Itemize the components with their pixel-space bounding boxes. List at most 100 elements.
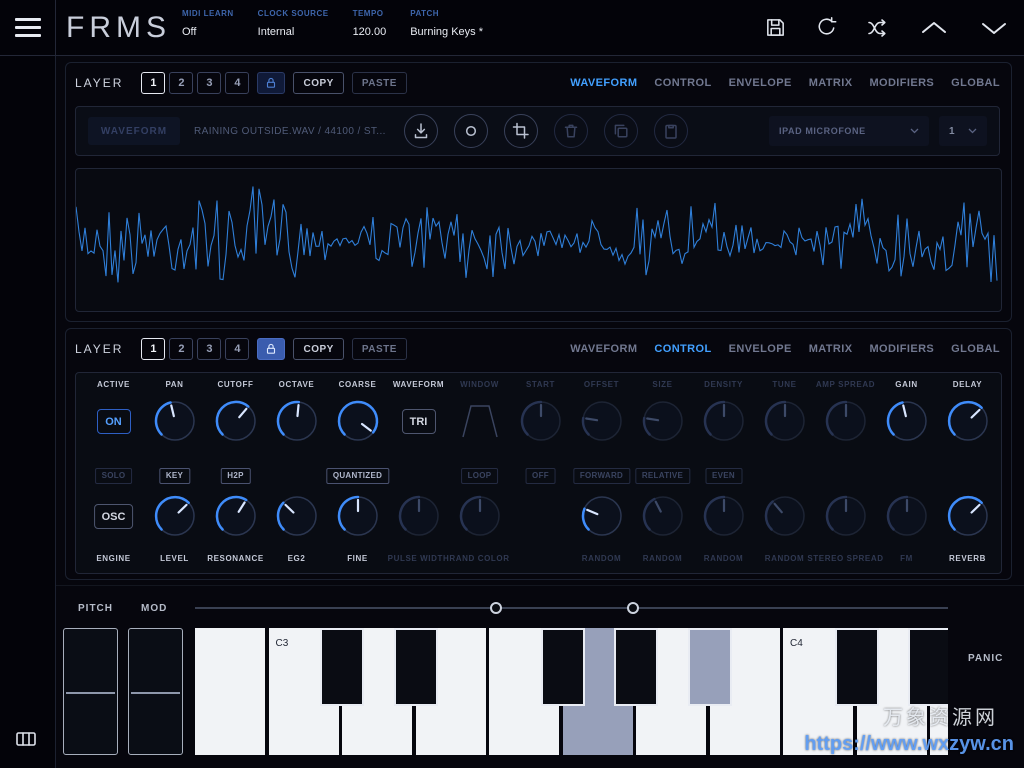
tab-global[interactable]: GLOBAL [951, 343, 1000, 355]
keyboard-panel-icon[interactable] [15, 728, 37, 755]
knob-random[interactable] [701, 493, 747, 539]
tab-modifiers[interactable]: MODIFIERS [869, 343, 934, 355]
button-even[interactable]: EVEN [705, 467, 742, 484]
white-key-B2[interactable] [195, 628, 265, 755]
menu-button[interactable] [0, 0, 56, 55]
copy-button[interactable]: COPY [293, 338, 344, 360]
knob-reverb[interactable] [945, 493, 991, 539]
button-relative[interactable]: RELATIVE [634, 467, 691, 484]
patch-field[interactable]: PATCH Burning Keys * [410, 9, 483, 38]
control-column-octave-eg2: OCTAVE EG2 [266, 373, 327, 573]
tab-matrix[interactable]: MATRIX [809, 77, 853, 89]
tab-envelope[interactable]: ENVELOPE [729, 343, 792, 355]
paste-button[interactable]: PASTE [351, 338, 407, 360]
knob-octave[interactable] [274, 398, 320, 444]
tab-waveform[interactable]: WAVEFORM [570, 77, 637, 89]
loop-range-slider[interactable] [195, 602, 948, 614]
undo-icon[interactable] [815, 16, 838, 39]
copy-button[interactable]: COPY [293, 72, 344, 94]
knob-random[interactable] [762, 493, 808, 539]
button-osc[interactable]: OSC [93, 504, 134, 529]
knob-density[interactable] [701, 398, 747, 444]
layer-button-2[interactable]: 2 [169, 72, 194, 94]
slider-handle-2[interactable] [627, 602, 639, 614]
lock-button[interactable] [257, 72, 286, 94]
button-forward[interactable]: FORWARD [572, 467, 631, 484]
panic-button[interactable]: PANIC [968, 653, 1003, 664]
input-channel-select[interactable]: 1 [939, 116, 987, 146]
tab-waveform[interactable]: WAVEFORM [570, 343, 637, 355]
clipboard-icon[interactable] [653, 114, 688, 148]
tab-matrix[interactable]: MATRIX [809, 343, 853, 355]
black-key-Cs3[interactable] [320, 628, 364, 706]
knob-pan[interactable] [152, 398, 198, 444]
collapse-up-icon[interactable] [918, 18, 950, 38]
button-quantized[interactable]: QUANTIZED [325, 467, 390, 484]
knob-size[interactable] [640, 398, 686, 444]
shuffle-icon[interactable] [866, 16, 890, 40]
save-icon[interactable] [764, 16, 787, 39]
crop-icon[interactable] [503, 114, 538, 148]
mod-wheel[interactable] [128, 628, 183, 755]
button-solo[interactable]: SOLO [94, 467, 133, 484]
tempo-field[interactable]: TEMPO 120.00 [353, 9, 387, 38]
clock-source-field[interactable]: CLOCK SOURCE Internal [258, 9, 329, 38]
paste-button[interactable]: PASTE [351, 72, 407, 94]
window-shape-display[interactable] [457, 398, 503, 444]
button-off[interactable]: OFF [525, 467, 556, 484]
knob-offset[interactable] [579, 398, 625, 444]
knob-amp-spread[interactable] [823, 398, 869, 444]
layer-button-3[interactable]: 3 [197, 72, 222, 94]
layer-button-2[interactable]: 2 [169, 338, 194, 360]
knob-pulse-width[interactable] [396, 493, 442, 539]
button-h2p[interactable]: H2P [220, 467, 251, 484]
pitch-wheel[interactable] [63, 628, 118, 755]
black-key-Fs3[interactable] [540, 628, 585, 706]
button-tri[interactable]: TRI [401, 409, 436, 434]
button-key[interactable]: KEY [158, 467, 191, 484]
layer-button-1[interactable]: 1 [141, 72, 166, 94]
input-source-select[interactable]: IPAD MICROFONE [769, 116, 929, 146]
knob-eg2[interactable] [274, 493, 320, 539]
knob-random[interactable] [640, 493, 686, 539]
knob-resonance[interactable] [213, 493, 259, 539]
layer-button-1[interactable]: 1 [141, 338, 166, 360]
delete-icon[interactable] [553, 114, 588, 148]
midi-learn-field[interactable]: MIDI LEARN Off [182, 9, 234, 38]
knob-rand-color[interactable] [457, 493, 503, 539]
black-key-Cs4[interactable] [834, 628, 879, 706]
tab-modifiers[interactable]: MODIFIERS [869, 77, 934, 89]
knob-fm[interactable] [884, 493, 930, 539]
knob-tune[interactable] [762, 398, 808, 444]
button-loop[interactable]: LOOP [460, 467, 499, 484]
record-icon[interactable] [453, 114, 488, 148]
waveform-display[interactable] [75, 168, 1002, 312]
knob-random[interactable] [579, 493, 625, 539]
expand-down-icon[interactable] [978, 18, 1010, 38]
knob-start[interactable] [518, 398, 564, 444]
knob-fine[interactable] [335, 493, 381, 539]
knob-coarse[interactable] [335, 398, 381, 444]
black-key-As3[interactable] [687, 628, 732, 706]
tab-control[interactable]: CONTROL [654, 77, 711, 89]
slider-handle-1[interactable] [490, 602, 502, 614]
button-on[interactable]: ON [96, 409, 131, 434]
tab-control[interactable]: CONTROL [654, 343, 711, 355]
black-key-Gs3[interactable] [614, 628, 658, 706]
lock-button[interactable] [257, 338, 286, 360]
knob-level[interactable] [152, 493, 198, 539]
black-key-Ds3[interactable] [393, 628, 438, 706]
knob-cutoff[interactable] [213, 398, 259, 444]
layer-button-3[interactable]: 3 [197, 338, 222, 360]
tab-global[interactable]: GLOBAL [951, 77, 1000, 89]
layer-button-4[interactable]: 4 [225, 338, 250, 360]
tab-envelope[interactable]: ENVELOPE [729, 77, 792, 89]
knob-gain[interactable] [884, 398, 930, 444]
knob-delay[interactable] [945, 398, 991, 444]
waveform-mode-button[interactable]: WAVEFORM [88, 117, 180, 145]
duplicate-icon[interactable] [603, 114, 638, 148]
black-key-Ds4[interactable] [908, 628, 948, 706]
layer-button-4[interactable]: 4 [225, 72, 250, 94]
knob-stereo-spread[interactable] [823, 493, 869, 539]
import-icon[interactable] [403, 114, 438, 148]
